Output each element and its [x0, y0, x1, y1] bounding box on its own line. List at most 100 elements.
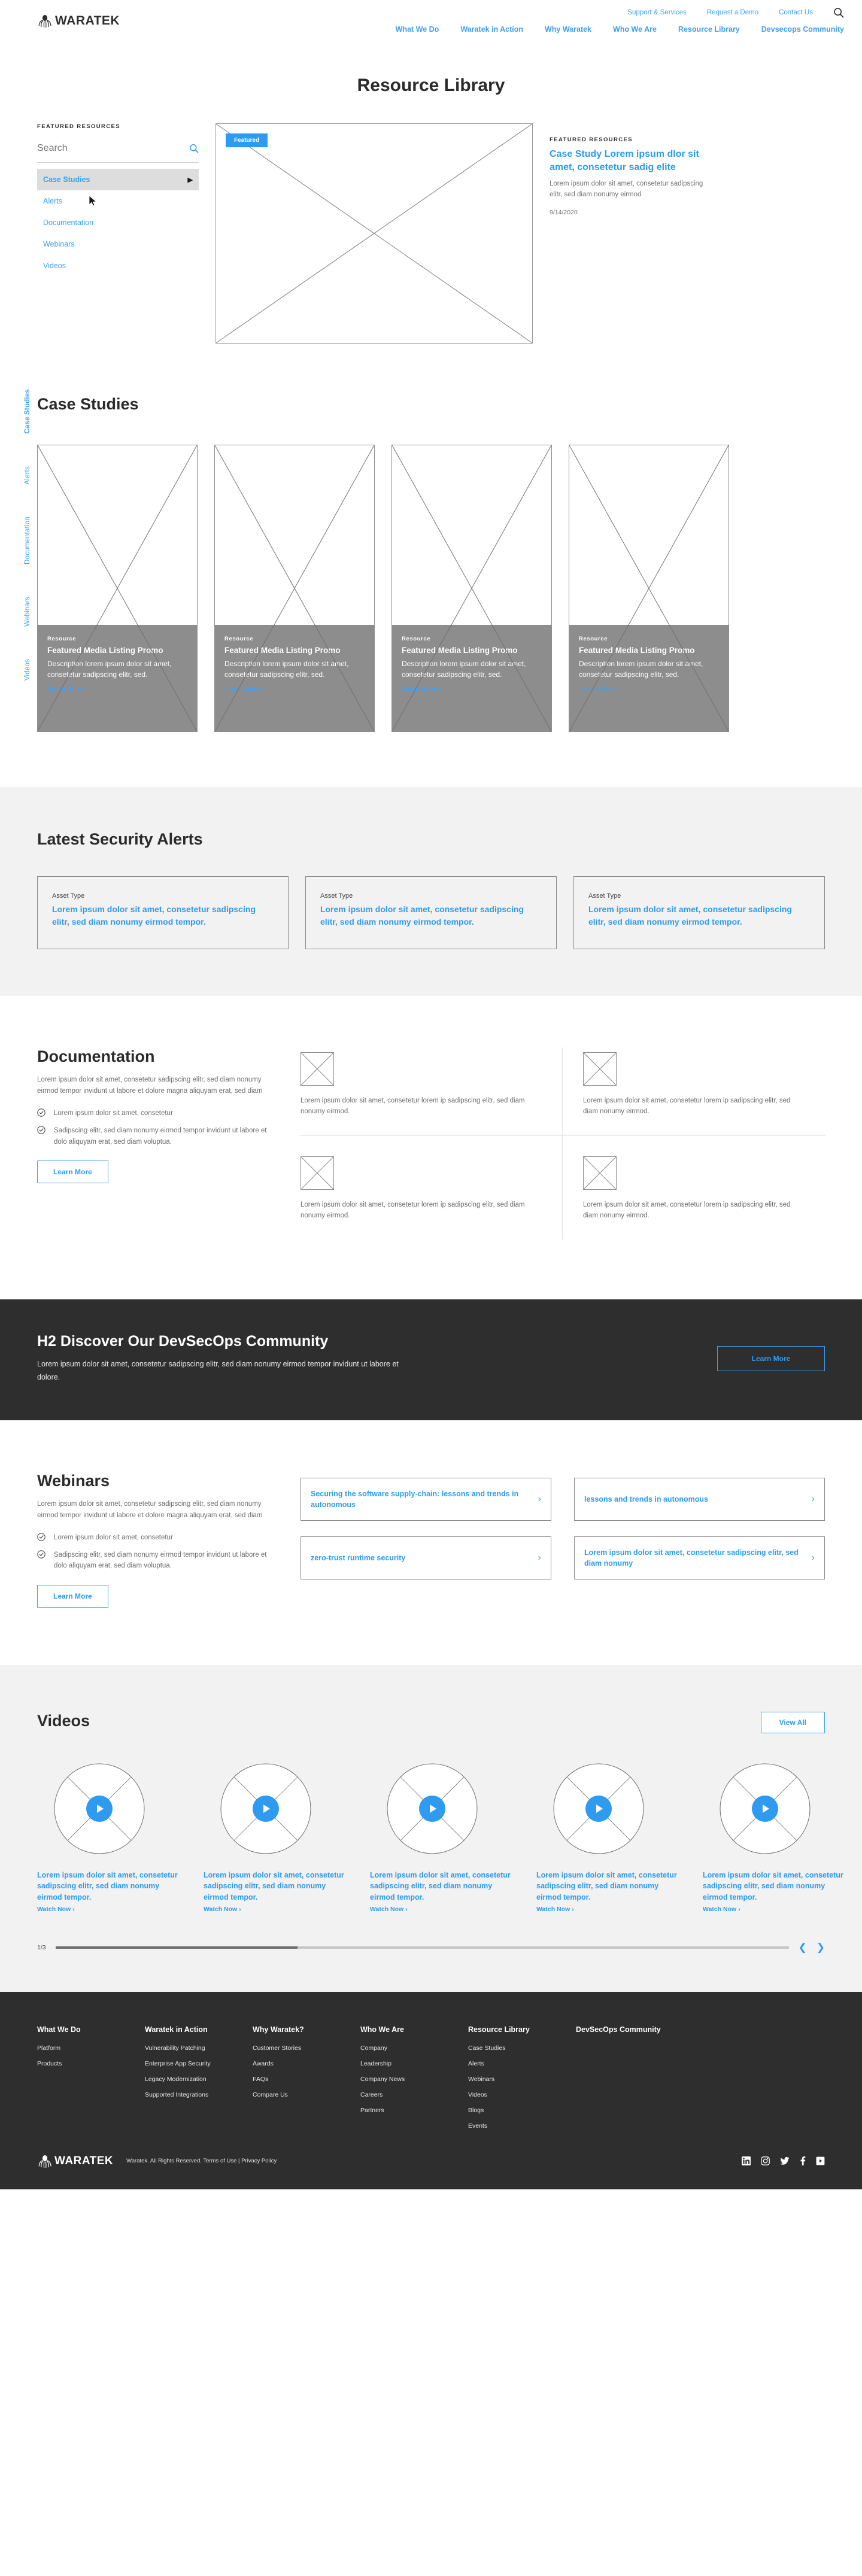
footer-link[interactable]: Blogs [468, 2107, 576, 2114]
sidebar-item-documentation[interactable]: Documentation [37, 212, 199, 233]
play-icon[interactable] [86, 1796, 113, 1822]
webinar-card[interactable]: zero-trust runtime security › [301, 1536, 551, 1579]
documentation-cell[interactable]: Lorem ipsum dolor sit amet, consetetur l… [301, 1136, 563, 1240]
sidebar-item-videos[interactable]: Videos [37, 255, 199, 277]
videos-view-all-button[interactable]: View All [761, 1712, 825, 1733]
placeholder-x-icon [301, 1157, 333, 1189]
community-learn-more-button[interactable]: Learn More [717, 1346, 825, 1371]
alert-card[interactable]: Asset Type Lorem ipsum dolor sit amet, c… [37, 876, 289, 949]
twitter-icon[interactable] [780, 2156, 790, 2165]
video-item[interactable]: Lorem ipsum dolor sit amet, consetetur s… [370, 1763, 516, 1914]
play-icon[interactable] [253, 1796, 279, 1822]
alert-card[interactable]: Asset Type Lorem ipsum dolor sit amet, c… [573, 876, 825, 949]
video-watch-now-link[interactable]: Watch Now › [703, 1906, 740, 1913]
sidebar-item-label: Webinars [43, 240, 75, 248]
footer-link[interactable]: Products [37, 2060, 145, 2067]
footer-link[interactable]: Company News [360, 2076, 468, 2083]
footer-link[interactable]: Supported Integrations [145, 2091, 253, 2098]
footer-link[interactable]: Partners [360, 2107, 468, 2114]
nav-who-we-are[interactable]: Who We Are [613, 25, 657, 34]
nav-waratek-in-action[interactable]: Waratek in Action [460, 25, 523, 34]
video-thumbnail[interactable] [54, 1763, 145, 1854]
footer-link[interactable]: Platform [37, 2045, 145, 2052]
linkedin-icon[interactable] [742, 2156, 751, 2165]
site-logo[interactable]: WARATEK [37, 13, 120, 29]
video-watch-now-link[interactable]: Watch Now › [37, 1906, 75, 1913]
case-study-card[interactable]: Resource Featured Media Listing Promo De… [214, 445, 375, 732]
rail-item-videos[interactable]: Videos [24, 659, 31, 681]
alert-card[interactable]: Asset Type Lorem ipsum dolor sit amet, c… [305, 876, 557, 949]
video-item[interactable]: Lorem ipsum dolor sit amet, consetetur s… [204, 1763, 350, 1914]
footer-logo[interactable]: WARATEK [37, 2153, 113, 2169]
youtube-icon[interactable] [816, 2156, 825, 2165]
video-thumbnail[interactable] [387, 1763, 478, 1854]
webinar-card[interactable]: lessons and trends in autonomous › [574, 1478, 825, 1521]
video-watch-now-link[interactable]: Watch Now › [370, 1906, 408, 1913]
carousel-progress-track[interactable] [56, 1946, 789, 1949]
footer-link[interactable]: Careers [360, 2091, 468, 2098]
video-item[interactable]: Lorem ipsum dolor sit amet, consetetur s… [536, 1763, 682, 1914]
util-nav-contact[interactable]: Contact Us [779, 9, 813, 16]
footer-link[interactable]: Case Studies [468, 2045, 576, 2052]
documentation-cell[interactable]: Lorem ipsum dolor sit amet, consetetur l… [563, 1136, 825, 1240]
video-item[interactable]: Lorem ipsum dolor sit amet, consetetur s… [703, 1763, 849, 1914]
util-nav-support[interactable]: Support & Services [627, 9, 686, 16]
video-watch-now-link[interactable]: Watch Now › [536, 1906, 574, 1913]
case-study-learn-more-link[interactable]: Learn More › [402, 686, 441, 693]
footer-link[interactable]: Vulnerability Patching [145, 2045, 253, 2052]
search-icon[interactable] [189, 144, 199, 153]
facebook-icon[interactable] [800, 2156, 806, 2165]
play-icon[interactable] [419, 1796, 445, 1822]
chevron-right-icon[interactable]: ❯ [817, 1942, 825, 1954]
documentation-learn-more-button[interactable]: Learn More [37, 1161, 108, 1183]
featured-title[interactable]: Case Study Lorem ipsum dlor sit amet, co… [550, 148, 717, 174]
webinar-card[interactable]: Lorem ipsum dolor sit amet, consetetur s… [574, 1536, 825, 1579]
search-icon[interactable] [833, 7, 844, 18]
video-thumbnail[interactable] [553, 1763, 644, 1854]
video-thumbnail[interactable] [720, 1763, 811, 1854]
video-watch-now-link[interactable]: Watch Now › [204, 1906, 241, 1913]
footer-link[interactable]: Enterprise App Security [145, 2060, 253, 2067]
webinars-learn-more-button[interactable]: Learn More [37, 1585, 108, 1608]
chevron-left-icon[interactable]: ❮ [799, 1942, 807, 1954]
footer-link[interactable]: Leadership [360, 2060, 468, 2067]
nav-what-we-do[interactable]: What We Do [396, 25, 439, 34]
footer-link[interactable]: Videos [468, 2091, 576, 2098]
footer-link[interactable]: Awards [253, 2060, 360, 2067]
documentation-cell[interactable]: Lorem ipsum dolor sit amet, consetetur l… [301, 1047, 563, 1136]
rail-item-documentation[interactable]: Documentation [24, 517, 31, 564]
nav-resource-library[interactable]: Resource Library [678, 25, 740, 34]
sidebar-item-case-studies[interactable]: Case Studies ▶ [37, 169, 199, 190]
sidebar-item-alerts[interactable]: Alerts [37, 190, 199, 212]
video-item[interactable]: Lorem ipsum dolor sit amet, consetetur s… [37, 1763, 183, 1914]
util-nav-demo[interactable]: Request a Demo [707, 9, 758, 16]
footer-link[interactable]: Company [360, 2045, 468, 2052]
documentation-cell[interactable]: Lorem ipsum dolor sit amet, consetetur l… [563, 1047, 825, 1136]
sidebar-item-webinars[interactable]: Webinars [37, 233, 199, 255]
case-study-card[interactable]: Resource Featured Media Listing Promo De… [391, 445, 552, 732]
case-study-learn-more-link[interactable]: Learn More › [579, 686, 618, 693]
footer-link[interactable]: Events [468, 2122, 576, 2130]
play-icon[interactable] [585, 1796, 612, 1822]
search-input[interactable] [37, 143, 151, 154]
footer-link[interactable]: Alerts [468, 2060, 576, 2067]
footer-link[interactable]: Customer Stories [253, 2045, 360, 2052]
nav-why-waratek[interactable]: Why Waratek [545, 25, 591, 34]
footer-link[interactable]: FAQs [253, 2076, 360, 2083]
instagram-icon[interactable] [761, 2156, 770, 2165]
footer-link[interactable]: Compare Us [253, 2091, 360, 2098]
rail-item-case-studies[interactable]: Case Studies [24, 389, 31, 434]
case-study-learn-more-link[interactable]: Learn More › [224, 686, 264, 693]
rail-item-webinars[interactable]: Webinars [24, 597, 31, 627]
footer-link[interactable]: Legacy Modernization [145, 2076, 253, 2083]
play-icon[interactable] [752, 1796, 778, 1822]
footer-link[interactable]: Webinars [468, 2076, 576, 2083]
video-thumbnail[interactable] [220, 1763, 311, 1854]
case-study-learn-more-link[interactable]: Learn More › [47, 686, 87, 693]
case-study-card[interactable]: Resource Featured Media Listing Promo De… [37, 445, 198, 732]
case-study-card[interactable]: Resource Featured Media Listing Promo De… [569, 445, 729, 732]
footer-legal-text[interactable]: Waratek. All Rights Reserved. Terms of U… [126, 2158, 277, 2164]
webinar-card[interactable]: Securing the software supply-chain: less… [301, 1478, 551, 1521]
rail-item-alerts[interactable]: Alerts [24, 466, 31, 485]
nav-devsecops-community[interactable]: Devsecops Community [761, 25, 844, 34]
